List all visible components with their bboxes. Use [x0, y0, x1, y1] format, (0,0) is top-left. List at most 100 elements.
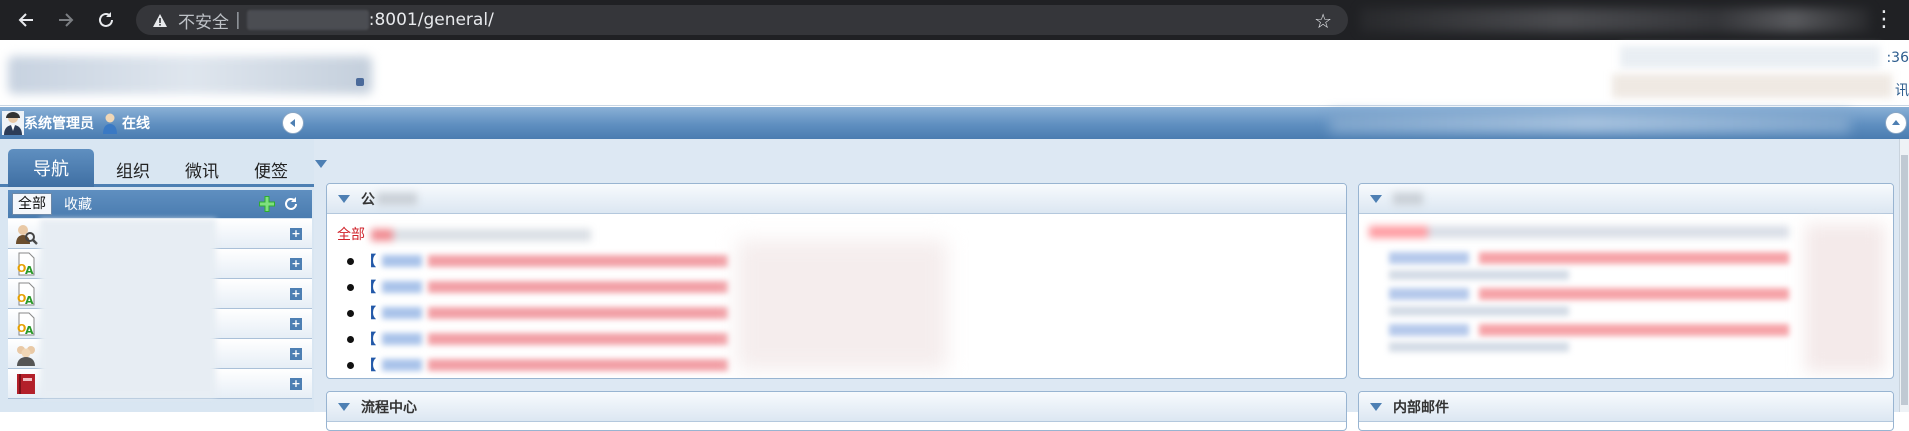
list-item[interactable]: 【: [347, 300, 728, 326]
admin-avatar-icon: [2, 111, 24, 135]
item-prefix: 【: [362, 306, 376, 322]
bookmark-star-icon[interactable]: ☆: [1314, 9, 1332, 33]
bullet-icon: [347, 335, 354, 343]
portlet-header: 内部邮件: [1359, 392, 1893, 422]
filter-all-button[interactable]: 全部: [12, 193, 52, 215]
status-info-redacted: [1330, 113, 1850, 133]
browser-toolbar: 不安全 | :8001/general/ ☆ ⋮: [0, 0, 1909, 40]
tab-navigation[interactable]: 导航: [8, 149, 94, 187]
tab-organization[interactable]: 组织: [116, 157, 150, 182]
user-search-icon: [16, 225, 38, 245]
list-item[interactable]: 【: [347, 248, 728, 274]
workflow-portlet: 流程中心: [326, 391, 1347, 431]
bullet-icon: [347, 309, 354, 317]
tab-notes[interactable]: 便签: [254, 157, 288, 182]
item-category-redacted: [382, 281, 422, 293]
item-category-redacted: [382, 359, 422, 371]
svg-text:A: A: [25, 264, 34, 276]
category-all-link[interactable]: 全部: [337, 227, 365, 243]
item-title-redacted: [428, 333, 728, 345]
item-title-redacted: [428, 255, 728, 267]
layout-menu-triangle-icon[interactable]: [314, 159, 328, 169]
app-header: :36 讯: [0, 40, 1909, 106]
forward-button[interactable]: [52, 6, 80, 34]
list-item[interactable]: 【: [347, 274, 728, 300]
item-prefix: 【: [362, 280, 376, 296]
title-redacted: [377, 192, 417, 205]
collapse-sidebar-button[interactable]: [282, 112, 304, 134]
right-portlet: [1358, 183, 1894, 379]
expand-icon[interactable]: +: [290, 228, 302, 240]
reload-icon: [99, 12, 113, 27]
status-bar: 系统管理员 在线: [0, 107, 1909, 139]
header-links-redacted: [1612, 74, 1892, 98]
title-redacted: [1393, 192, 1423, 205]
reload-button[interactable]: [92, 6, 120, 34]
header-message-link[interactable]: 讯: [1895, 80, 1909, 100]
back-button[interactable]: [12, 6, 40, 34]
list-item[interactable]: 【: [347, 326, 728, 352]
address-bar[interactable]: 不安全 | :8001/general/ ☆: [136, 5, 1348, 35]
item-category-redacted: [382, 255, 422, 267]
user-info[interactable]: 系统管理员 在线: [2, 111, 150, 135]
url-separator: |: [235, 10, 241, 30]
portlet-header: [1359, 184, 1893, 214]
collapse-triangle-icon[interactable]: [1369, 194, 1383, 204]
scrollbar-thumb[interactable]: [1901, 155, 1908, 405]
right-image-redacted: [1805, 224, 1885, 372]
book-icon: [17, 374, 35, 394]
oa-document-icon: OA: [17, 312, 35, 336]
expand-icon[interactable]: +: [290, 378, 302, 390]
notice-portlet: 公 全部 【 【 【 【 【: [326, 183, 1347, 379]
main-scrollbar[interactable]: [1899, 139, 1909, 412]
item-prefix: 【: [362, 254, 376, 270]
collapse-header-button[interactable]: [1885, 112, 1907, 134]
expand-icon[interactable]: +: [290, 348, 302, 360]
back-arrow-icon: [18, 13, 33, 27]
url-host-redacted: [246, 10, 369, 30]
left-sidebar: 导航 组织 微讯 便签 全部 收藏 + OA + O A + O A + + +: [0, 139, 314, 412]
portlet-title: 内部邮件: [1393, 399, 1449, 416]
warning-icon: [152, 12, 168, 28]
sidebar-tabs: 导航 组织 微讯 便签: [0, 149, 314, 187]
tab-micro-message[interactable]: 微讯: [185, 157, 219, 182]
collapse-triangle-icon[interactable]: [337, 402, 351, 412]
item-title-redacted: [428, 281, 728, 293]
svg-text:A: A: [25, 294, 34, 306]
user-name: 系统管理员: [24, 116, 94, 132]
header-clock: :36: [1886, 50, 1909, 66]
oa-document-icon: OA: [17, 252, 35, 276]
categories-redacted: [371, 229, 592, 241]
item-category-redacted: [382, 333, 422, 345]
item-category-redacted: [382, 307, 422, 319]
portlet-title: 公: [361, 191, 375, 208]
collapse-triangle-icon[interactable]: [337, 194, 351, 204]
collapse-triangle-icon[interactable]: [1369, 402, 1383, 412]
bullet-icon: [347, 257, 354, 265]
triangle-left-icon: [290, 119, 295, 127]
online-label: 在线: [122, 116, 150, 132]
right-categories-redacted: [1369, 226, 1789, 238]
expand-icon[interactable]: +: [290, 258, 302, 270]
portlet-title: 流程中心: [361, 399, 417, 416]
list-item[interactable]: 【: [347, 352, 728, 378]
expand-icon[interactable]: +: [290, 318, 302, 330]
bullet-icon: [347, 283, 354, 291]
menu-labels-redacted: [40, 219, 216, 397]
online-status[interactable]: 在线: [102, 112, 150, 134]
item-title-redacted: [428, 359, 728, 371]
filter-favorites-button[interactable]: 收藏: [64, 194, 92, 214]
add-favorite-icon[interactable]: [258, 195, 276, 213]
menu-filter-bar: 全部 收藏: [8, 190, 312, 218]
expand-icon[interactable]: +: [290, 288, 302, 300]
url-path: :8001/general/: [368, 10, 494, 30]
svg-text:A: A: [25, 324, 34, 336]
item-prefix: 【: [362, 358, 376, 374]
item-prefix: 【: [362, 332, 376, 348]
browser-menu-icon[interactable]: ⋮: [1873, 8, 1895, 32]
refresh-icon[interactable]: [282, 195, 300, 213]
portlet-header: 公: [327, 184, 1346, 214]
oa-document-icon: OA: [17, 282, 35, 306]
app-logo: [8, 56, 372, 94]
extensions-area: [1360, 8, 1870, 32]
